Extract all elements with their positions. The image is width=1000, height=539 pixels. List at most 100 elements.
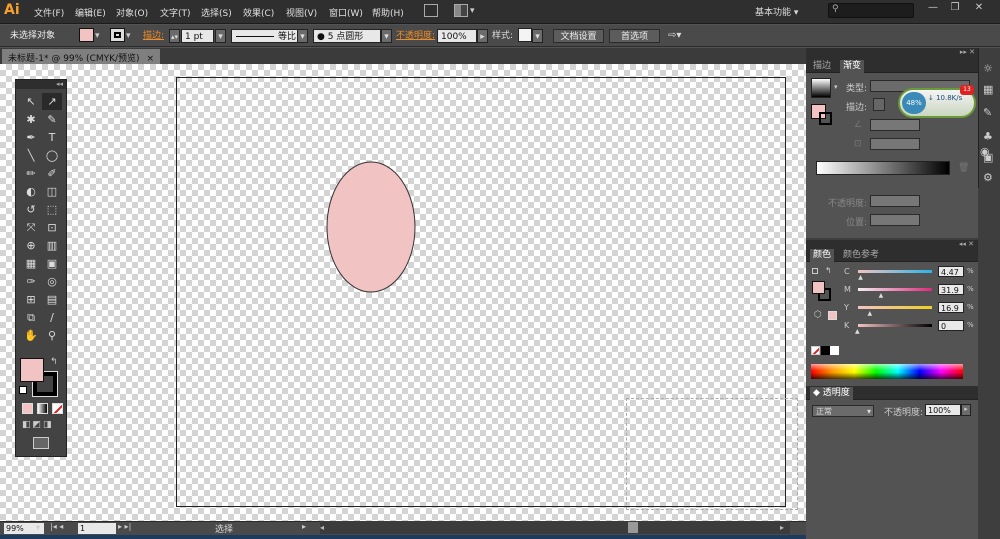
draw-mode-icons[interactable]: ◧◩◨	[22, 420, 62, 431]
channel-value-field[interactable]: 4.47	[938, 266, 964, 277]
horizontal-scrollbar[interactable]: ◂ ▸	[320, 521, 790, 534]
color-mode-icon[interactable]	[22, 403, 33, 414]
status-menu-icon[interactable]: ▸	[302, 522, 306, 531]
help-search-input[interactable]: ⚲	[828, 3, 914, 18]
toolbox-fill-swatch[interactable]	[20, 358, 44, 382]
dock-header[interactable]: ▸▸ ✕	[806, 48, 978, 59]
tool-27-icon[interactable]: ⚲	[42, 327, 62, 344]
none-mode-icon[interactable]	[52, 403, 63, 414]
close-icon[interactable]: ×	[146, 54, 154, 64]
chevron-down-icon[interactable]: ▾	[532, 29, 543, 43]
next-page-icon[interactable]: ▸ ▸|	[118, 522, 131, 531]
tool-4-icon[interactable]: ✒	[21, 129, 41, 146]
default-colors-icon[interactable]	[19, 386, 27, 394]
stroke-weight-field[interactable]: 1 pt	[181, 29, 214, 43]
brush-dropdown[interactable]: ● 5 点圆形	[313, 29, 381, 43]
scroll-right-icon[interactable]: ▸	[780, 523, 784, 532]
menu-view[interactable]: 视图(V)	[286, 6, 317, 19]
close-button[interactable]: ✕	[970, 2, 988, 17]
first-page-icon[interactable]: |◂ ◂	[50, 522, 63, 531]
gradient-mode-icon[interactable]	[37, 403, 48, 414]
tool-1-icon[interactable]: ↗	[42, 93, 62, 110]
tool-22-icon[interactable]: ⊞	[21, 291, 41, 308]
tool-10-icon[interactable]: ◐	[21, 183, 41, 200]
menu-help[interactable]: 帮助(H)	[372, 6, 404, 19]
menu-window[interactable]: 窗口(W)	[329, 6, 363, 19]
swap-colors-icon[interactable]: ↰	[825, 266, 832, 275]
swatches-icon[interactable]: ▦	[983, 83, 993, 96]
bridge-icon[interactable]	[424, 4, 438, 17]
tab-gradient[interactable]: 渐变	[840, 60, 865, 73]
tool-8-icon[interactable]: ✏	[21, 165, 41, 182]
maximize-button[interactable]: ❐	[946, 2, 964, 17]
tab-transparency[interactable]: ◆ 透明度	[810, 387, 853, 400]
document-settings-button[interactable]: 文档设置	[553, 29, 604, 43]
menu-file[interactable]: 文件(F)	[34, 6, 64, 19]
slider-thumb-icon[interactable]: ▲	[868, 310, 873, 317]
tool-25-icon[interactable]: ∕	[42, 309, 62, 326]
channel-value-field[interactable]: 31.9	[938, 284, 964, 295]
chevron-down-icon[interactable]: ▾	[95, 29, 100, 43]
chevron-down-icon[interactable]: ▾	[297, 29, 308, 43]
arrange-icon[interactable]: ⇨▾	[668, 29, 681, 43]
tool-0-icon[interactable]: ↖	[21, 93, 41, 110]
gradient-stroke-swatch[interactable]	[819, 112, 832, 125]
none-color-icon[interactable]	[811, 346, 820, 355]
channel-slider[interactable]	[858, 288, 932, 291]
tool-18-icon[interactable]: ▦	[21, 255, 41, 272]
tool-9-icon[interactable]: ✐	[42, 165, 62, 182]
tool-17-icon[interactable]: ▥	[42, 237, 62, 254]
slider-thumb-icon[interactable]: ▲	[855, 328, 860, 335]
stroke-profile-dropdown[interactable]: 等比	[231, 29, 307, 43]
tool-6-icon[interactable]: ╲	[21, 147, 41, 164]
chevron-down-icon[interactable]: ▾	[470, 6, 475, 16]
white-swatch[interactable]	[830, 346, 839, 355]
angle-field[interactable]	[870, 119, 920, 131]
preferences-button[interactable]: 首选项	[609, 29, 660, 43]
black-swatch[interactable]	[821, 346, 830, 355]
tool-11-icon[interactable]: ◫	[42, 183, 62, 200]
stroke-label[interactable]: 描边:	[143, 29, 164, 43]
tool-3-icon[interactable]: ✎	[42, 111, 62, 128]
graphic-style-swatch[interactable]	[518, 28, 532, 42]
default-fill-stroke-icon[interactable]	[812, 268, 818, 274]
symbols-icon[interactable]: ♣	[983, 130, 993, 143]
swap-colors-icon[interactable]: ↰	[50, 357, 58, 367]
opacity-label[interactable]: 不透明度:	[396, 29, 435, 43]
stroke-swatch[interactable]	[110, 28, 125, 42]
trash-icon[interactable]: 🗑	[958, 163, 969, 173]
out-of-gamut-icon[interactable]: ⬡	[814, 310, 822, 320]
position-field[interactable]	[870, 214, 920, 226]
color-icon[interactable]: ☼	[983, 62, 993, 75]
menu-edit[interactable]: 编辑(E)	[75, 6, 106, 19]
chevron-down-icon[interactable]: ▾	[215, 29, 226, 43]
tab-color-guide[interactable]: 颜色参考	[840, 249, 882, 262]
stroke-within-icon[interactable]	[873, 98, 885, 111]
channel-slider[interactable]	[858, 306, 932, 309]
aspect-ratio-field[interactable]	[870, 138, 920, 150]
tab-stroke[interactable]: 描边	[810, 60, 834, 73]
channel-slider[interactable]	[858, 324, 932, 327]
tools-panel-header[interactable]: ◂◂	[16, 80, 66, 89]
fill-swatch[interactable]	[79, 28, 94, 42]
tool-20-icon[interactable]: ✑	[21, 273, 41, 290]
blend-mode-dropdown[interactable]: 正常 ▾	[812, 405, 874, 417]
channel-slider[interactable]	[858, 270, 932, 273]
tool-23-icon[interactable]: ▤	[42, 291, 62, 308]
tool-14-icon[interactable]: ⤧	[21, 219, 41, 236]
gradient-opacity-field[interactable]	[870, 195, 920, 207]
tool-13-icon[interactable]: ⬚	[42, 201, 62, 218]
opacity-field[interactable]: 100%	[437, 29, 477, 43]
web-safe-swatch[interactable]	[828, 311, 837, 320]
gradient-thumbnail[interactable]	[811, 78, 831, 98]
channel-value-field[interactable]: 0	[938, 320, 964, 331]
tab-color[interactable]: 颜色	[810, 249, 835, 262]
tool-5-icon[interactable]: T	[42, 129, 62, 146]
layers-icon[interactable]: ◉	[980, 145, 996, 185]
scroll-left-icon[interactable]: ◂	[320, 523, 324, 532]
tool-7-icon[interactable]: ◯	[42, 147, 62, 164]
tool-21-icon[interactable]: ◎	[42, 273, 62, 290]
minimize-button[interactable]: —	[924, 2, 942, 17]
arrange-documents-icon[interactable]	[454, 4, 468, 17]
tool-24-icon[interactable]: ⧉	[21, 309, 41, 326]
